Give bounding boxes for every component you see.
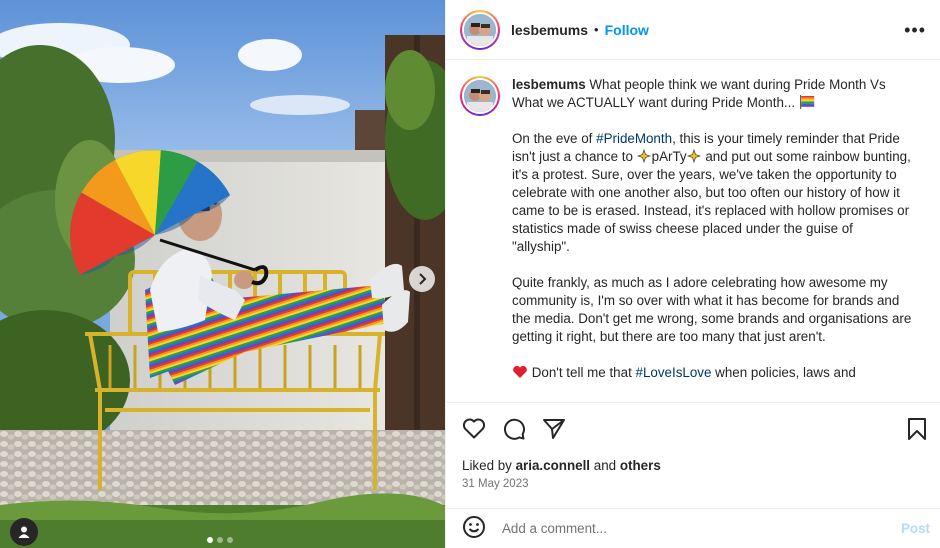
others-link[interactable]: others [620, 458, 661, 473]
photo-scene [0, 0, 445, 548]
comment-bar: Post [446, 508, 940, 548]
likes-conj: and [593, 458, 617, 473]
post-date[interactable]: 31 May 2023 [462, 478, 529, 490]
caption-text: and put out some rainbow bunting, it's a… [512, 149, 911, 254]
post-caption: lesbemums What people think we want duri… [512, 76, 912, 401]
likes-prefix: Liked by [462, 458, 512, 473]
post-photo[interactable] [0, 0, 445, 548]
caption-area[interactable]: lesbemums What people think we want duri… [446, 60, 940, 401]
avatar-image [464, 13, 496, 46]
carousel-indicator [207, 537, 233, 543]
sparkles-icon [636, 149, 651, 163]
comment-icon [503, 418, 525, 440]
bookmark-icon [908, 418, 926, 440]
tagged-users-button[interactable] [10, 518, 38, 546]
header-separator: • [594, 22, 599, 37]
comment-input[interactable] [502, 521, 882, 536]
caption-text: when policies, laws and [711, 365, 856, 380]
caption-username[interactable]: lesbemums [512, 77, 586, 92]
author-username[interactable]: lesbemums [511, 22, 588, 38]
caption-author-avatar[interactable] [460, 76, 500, 116]
comment-button[interactable] [502, 417, 526, 444]
user-icon [18, 526, 30, 538]
caption-paragraph: Quite frankly, as much as I adore celebr… [512, 275, 912, 344]
like-button[interactable] [462, 417, 486, 442]
emoji-picker-button[interactable] [462, 515, 486, 542]
author-avatar[interactable] [460, 9, 500, 50]
post-header: lesbemums • Follow ••• [446, 0, 940, 60]
sparkles-icon [686, 149, 701, 163]
share-button[interactable] [542, 417, 566, 444]
save-button[interactable] [907, 417, 927, 444]
follow-button[interactable]: Follow [605, 22, 649, 38]
rainbow-flag-icon [799, 95, 815, 109]
caption-text: pArTy [651, 149, 687, 164]
hashtag-link[interactable]: #LoveIsLove [636, 365, 712, 380]
post-dialog: lesbemums • Follow ••• lesbemums What pe… [0, 0, 940, 548]
caption-text: Don't tell me that [531, 365, 636, 380]
post-actions [446, 402, 940, 454]
send-icon [543, 419, 565, 439]
post-side-panel: lesbemums • Follow ••• lesbemums What pe… [445, 0, 940, 548]
liker-username[interactable]: aria.connell [516, 458, 590, 473]
chevron-right-icon [419, 273, 427, 285]
red-heart-icon [513, 365, 527, 378]
heart-icon [462, 418, 486, 439]
carousel-dot [217, 537, 223, 543]
carousel-dot [207, 537, 213, 543]
carousel-next-button[interactable] [409, 266, 435, 292]
smiley-icon [463, 516, 485, 538]
caption-text: On the eve of [512, 131, 597, 146]
more-options-icon[interactable]: ••• [904, 20, 926, 41]
likes-summary: Liked by aria.connell and others [462, 458, 661, 473]
carousel-dot [227, 537, 233, 543]
post-comment-button[interactable]: Post [901, 521, 930, 536]
avatar-image [464, 80, 496, 112]
hashtag-link[interactable]: #PrideMonth [596, 131, 672, 146]
